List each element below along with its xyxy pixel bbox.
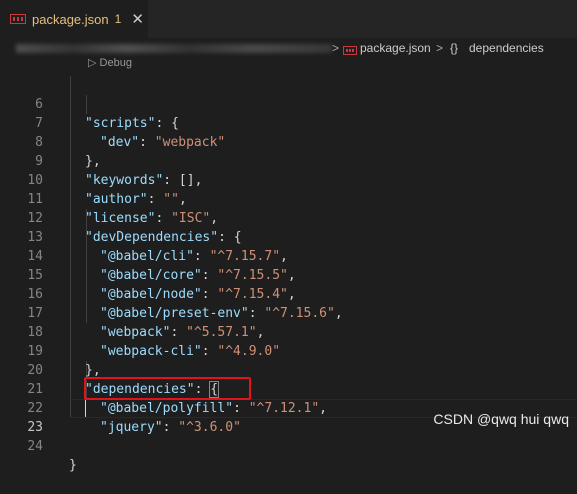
code-line: 6 "scripts": {: [0, 76, 577, 131]
code-editor[interactable]: ▷ Debug 6 "scripts": { 7 "dev": "webpack…: [0, 56, 577, 473]
json-file-icon: [10, 14, 26, 24]
code-line: 7 "dev": "webpack": [0, 95, 577, 150]
json-file-icon: [343, 44, 357, 58]
code-line: 8 },: [0, 114, 577, 169]
breadcrumb-separator: >: [436, 41, 444, 55]
breadcrumb: > package.json > {} dependencies: [0, 38, 577, 59]
code-line: 11 "license": "ISC",: [0, 171, 577, 226]
code-line: 18 "webpack-cli": "^4.9.0": [0, 304, 577, 359]
code-line: 19 },: [0, 323, 577, 378]
code-line: 9 "keywords": [],: [0, 133, 577, 188]
object-symbol-icon: {}: [450, 41, 459, 55]
line-number: 24: [27, 439, 43, 454]
code-line: 15 "@babel/node": "^7.15.4",: [0, 247, 577, 302]
tab-package-json[interactable]: package.json 1 ✕: [0, 0, 148, 38]
tab-bar: package.json 1 ✕: [0, 0, 577, 38]
breadcrumb-file[interactable]: package.json: [360, 41, 431, 55]
red-annotation-box: [84, 377, 251, 400]
watermark: CSDN @qwq hui qwq: [433, 411, 569, 427]
tab-title: package.json: [32, 11, 109, 27]
text-cursor: [85, 400, 86, 417]
code-line: 16 "@babel/preset-env": "^7.15.6",: [0, 266, 577, 321]
code-line: 13 "@babel/cli": "^7.15.7",: [0, 209, 577, 264]
breadcrumb-separator: >: [332, 41, 340, 55]
code-line: 10 "author": "",: [0, 152, 577, 207]
code-line: 20 "dependencies": {: [0, 342, 577, 398]
code-line: 14 "@babel/core": "^7.15.5",: [0, 228, 577, 283]
debug-codelens[interactable]: ▷ Debug: [88, 56, 132, 70]
close-icon[interactable]: ✕: [131, 12, 144, 27]
code-line: 17 "webpack": "^5.57.1",: [0, 285, 577, 340]
problems-badge: 1: [114, 12, 122, 26]
code-line: 12 "devDependencies": {: [0, 190, 577, 245]
breadcrumb-symbol[interactable]: dependencies: [469, 41, 544, 55]
breadcrumb-path-redacted: [16, 44, 332, 53]
